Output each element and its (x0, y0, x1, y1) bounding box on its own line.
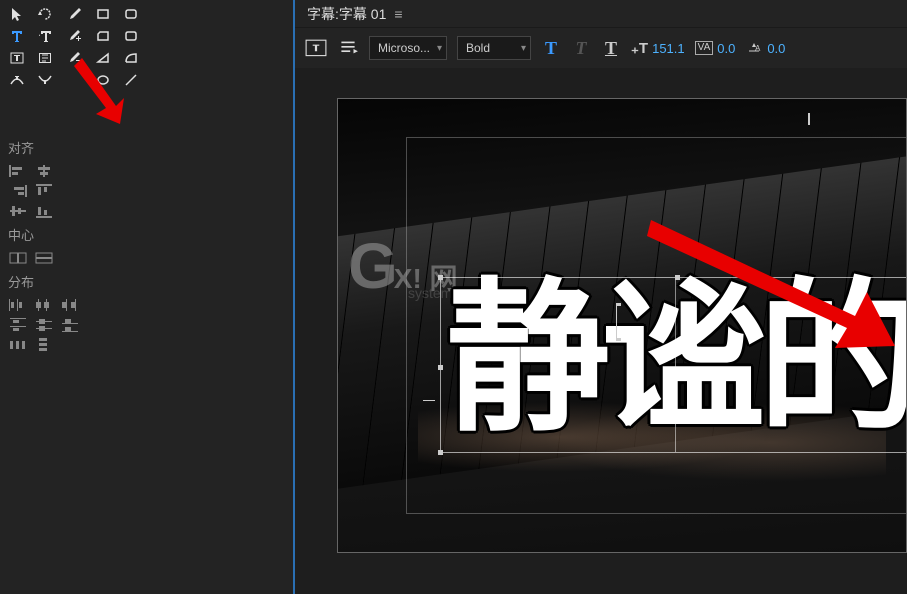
center-v[interactable] (34, 250, 54, 266)
center-h[interactable] (8, 250, 28, 266)
path-type-tool[interactable] (4, 70, 30, 90)
text-toolbar: Microso... Bold T T T ₊T 151.1 VA 0.0 A … (295, 28, 907, 68)
line-tool[interactable] (118, 70, 144, 90)
area-type-tool[interactable] (4, 48, 30, 68)
roll-crawl-icon[interactable] (337, 37, 359, 59)
svg-text:A: A (755, 44, 761, 53)
underline-button[interactable]: T (601, 38, 621, 59)
ellipse-tool[interactable] (90, 70, 116, 90)
distribute-v-space[interactable] (34, 337, 54, 353)
align-section-label: 对齐 (0, 134, 293, 161)
panel-header: 字幕:字幕 01 ≡ (295, 0, 907, 28)
tracking-field[interactable]: VA 0.0 (695, 41, 736, 56)
font-family-dropdown[interactable]: Microso... (369, 36, 447, 60)
distribute-left[interactable] (8, 297, 28, 313)
tools-panel: 对齐 中心 分布 (0, 0, 295, 594)
rotate-tool[interactable] (32, 4, 58, 24)
font-size-field[interactable]: ₊T 151.1 (631, 39, 685, 57)
align-left[interactable] (8, 163, 28, 179)
font-weight-dropdown[interactable]: Bold (457, 36, 531, 60)
area-vertical-type-tool[interactable] (32, 48, 58, 68)
arc-tool[interactable] (118, 48, 144, 68)
path-type-tool-alt[interactable] (32, 70, 58, 90)
align-h-center[interactable] (34, 163, 54, 179)
distribute-section-label: 分布 (0, 268, 293, 295)
delete-anchor-tool[interactable] (62, 48, 88, 68)
rounded-clipped-tool[interactable] (118, 26, 144, 46)
italic-button[interactable]: T (571, 38, 591, 59)
distribute-bottom[interactable] (60, 317, 80, 333)
vertical-type-tool[interactable] (32, 26, 58, 46)
baseline-field[interactable]: A 0.0 (745, 39, 785, 58)
distribute-right[interactable] (60, 297, 80, 313)
distribute-v-center[interactable] (34, 317, 54, 333)
title-canvas[interactable]: GX! 网 system.com 静谧的 (295, 68, 907, 594)
rectangle-tool[interactable] (90, 4, 116, 24)
align-v-center[interactable] (8, 203, 28, 219)
rounded-rectangle-tool[interactable] (118, 4, 144, 24)
text-selection-box (440, 277, 907, 453)
panel-menu-icon[interactable]: ≡ (394, 6, 402, 22)
title-safe-icon[interactable] (305, 37, 327, 59)
type-tool[interactable] (4, 26, 30, 46)
panel-title: 字幕:字幕 01 (307, 4, 386, 24)
align-top[interactable] (34, 183, 54, 199)
pen-tool[interactable] (62, 4, 88, 24)
distribute-top[interactable] (8, 317, 28, 333)
clipped-rectangle-tool[interactable] (90, 26, 116, 46)
text-cursor-icon (616, 303, 621, 341)
distribute-h-space[interactable] (8, 337, 28, 353)
distribute-h-center[interactable] (34, 297, 54, 313)
add-anchor-tool[interactable] (62, 26, 88, 46)
center-section-label: 中心 (0, 221, 293, 248)
selection-tool[interactable] (4, 4, 30, 24)
align-bottom[interactable] (34, 203, 54, 219)
wedge-tool[interactable] (90, 48, 116, 68)
align-right[interactable] (8, 183, 28, 199)
bold-button[interactable]: T (541, 38, 561, 59)
